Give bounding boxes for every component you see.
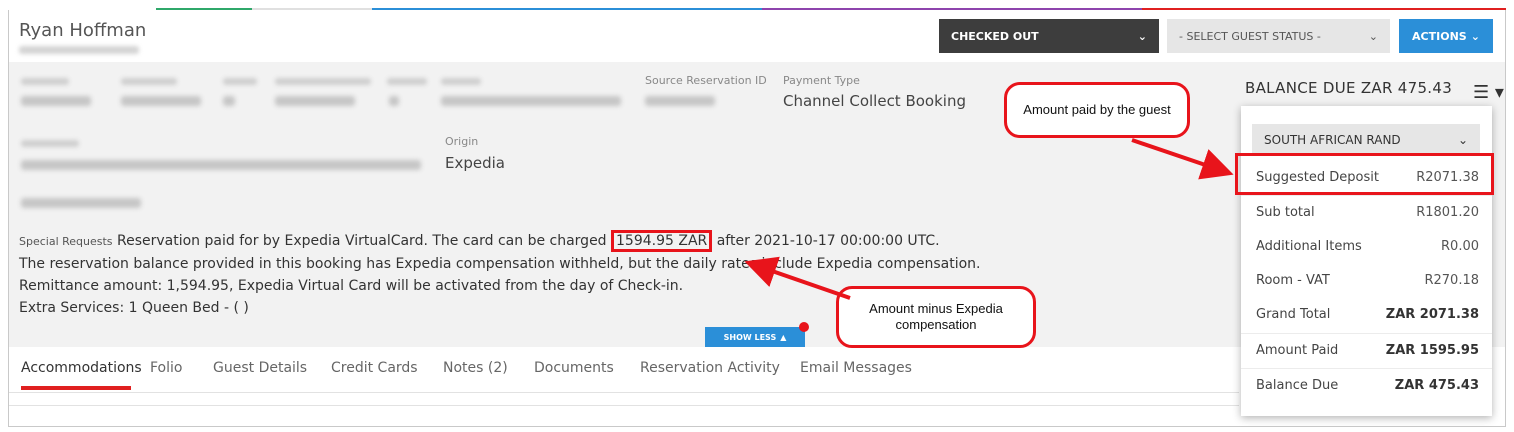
annotation-arrows (744, 138, 1234, 300)
arrow-to-suggested-deposit (1131, 138, 1234, 180)
arrow-to-charged-amount (744, 256, 851, 300)
